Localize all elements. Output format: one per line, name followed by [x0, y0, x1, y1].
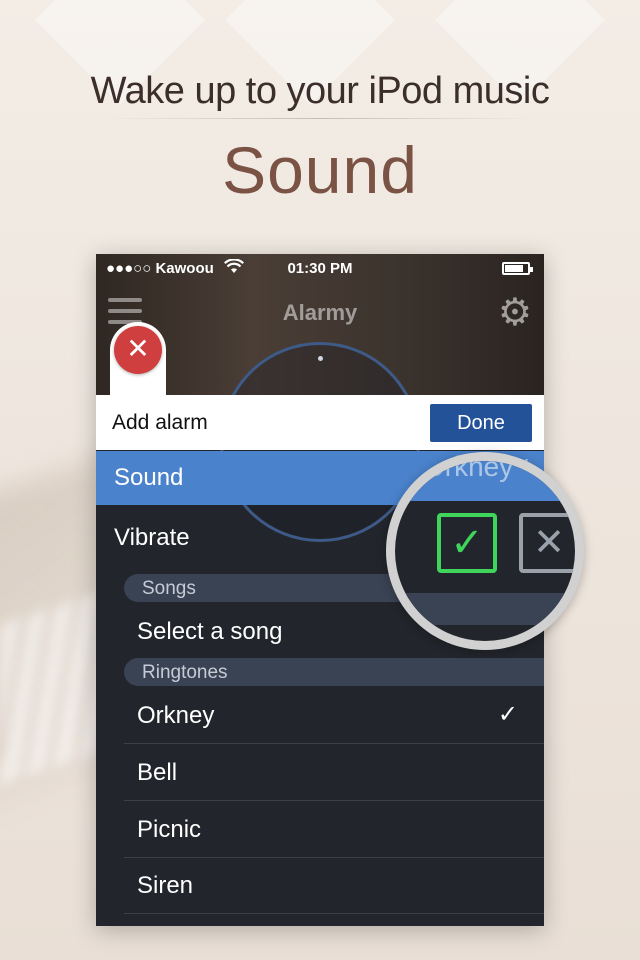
battery-icon: [502, 262, 533, 275]
checkbox-checked-icon[interactable]: ✓: [437, 513, 497, 573]
magnified-section-header: [395, 593, 575, 625]
feature-title: Sound: [222, 133, 418, 207]
magnifier-callout: Orkney ✓ ✕: [386, 452, 584, 650]
list-item-label: Picnic: [137, 816, 202, 843]
checkbox-x-icon[interactable]: ✕: [519, 513, 575, 573]
status-time: 01:30 PM: [287, 260, 353, 277]
list-item[interactable]: Siren: [124, 858, 544, 914]
add-alarm-header: Add alarm Done: [96, 395, 544, 450]
header-title: Add alarm: [112, 411, 208, 434]
list-item-label: Bell: [137, 759, 178, 786]
gear-icon[interactable]: ⚙: [498, 294, 532, 332]
vibrate-label: Vibrate: [114, 524, 190, 551]
list-item-label: Siren: [137, 872, 194, 899]
section-title: Ringtones: [142, 662, 228, 683]
dial-marker: [318, 356, 323, 361]
list-item[interactable]: Picnic: [124, 802, 544, 858]
list-item[interactable]: Orkney ✓: [124, 688, 544, 744]
list-item-label: Select a song: [137, 618, 283, 645]
list-item-label: Orkney: [137, 702, 215, 729]
check-icon: ✓: [497, 701, 518, 728]
tagline-divider: [100, 118, 540, 119]
sound-label: Sound: [114, 464, 184, 491]
list-item[interactable]: Bell: [124, 745, 544, 801]
status-bar: ●●●○○ Kawoou 01:30 PM: [96, 254, 544, 282]
done-button[interactable]: Done: [430, 404, 532, 442]
section-header-ringtones: Ringtones: [124, 658, 544, 686]
promo-tagline: Wake up to your iPod music: [90, 70, 550, 112]
app-title: Alarmy: [282, 300, 358, 325]
close-icon[interactable]: ✕: [114, 326, 162, 374]
section-title: Songs: [142, 578, 196, 599]
